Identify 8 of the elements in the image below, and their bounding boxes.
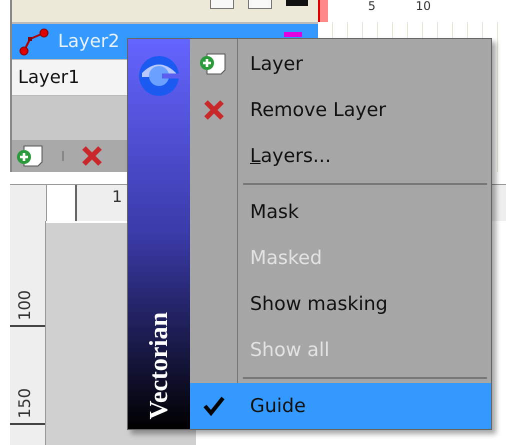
ruler-label: 150 bbox=[16, 388, 34, 419]
ruler-label: 100 bbox=[16, 290, 34, 321]
frame-number: 10 bbox=[416, 0, 431, 12]
ruler-label: 1 bbox=[112, 186, 122, 208]
layer-name: Layer1 bbox=[18, 67, 80, 88]
frame-number: 5 bbox=[368, 0, 376, 12]
layer-name: Layer2 bbox=[58, 31, 120, 52]
brand-name: Vectorian bbox=[144, 312, 174, 419]
